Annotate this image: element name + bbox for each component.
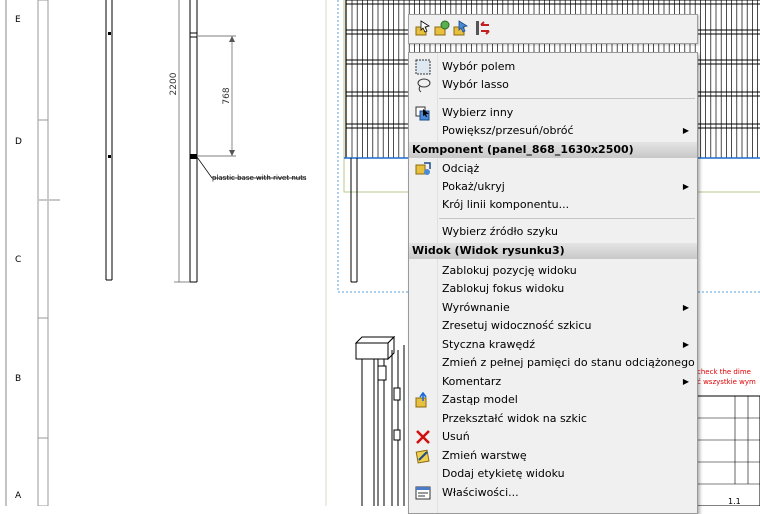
menu-item-resolved-to-lightweight[interactable]: Zmień z pełnej pamięci do stanu odciążon…: [409, 354, 697, 372]
menu-item-label: Wybór polem: [442, 60, 516, 73]
menu-item-label: Odciąż: [442, 162, 480, 175]
toolbar-tool-icon-2[interactable]: [434, 20, 450, 36]
menu-item-delete[interactable]: Usuń: [409, 428, 697, 446]
post-detail-view[interactable]: [354, 335, 405, 506]
menu-item-lock-view-focus[interactable]: Zablokuj fokus widoku: [409, 280, 697, 298]
zone-label-c: C: [15, 255, 21, 265]
menu-header-label: Widok (Widok rysunku3): [412, 244, 565, 257]
menu-item-change-layer[interactable]: Zmień warstwę: [409, 447, 697, 465]
menu-item-box-select[interactable]: Wybór polem: [409, 58, 697, 76]
menu-item-label: Pokaż/ukryj: [442, 180, 505, 193]
menu-item-zoom-pan-rotate[interactable]: Powiększ/przesuń/obróć ▶: [409, 122, 697, 140]
menu-item-replace-model[interactable]: Zastąp model: [409, 391, 697, 409]
submenu-arrow-icon: ▶: [682, 182, 689, 191]
menu-item-lock-view-position[interactable]: Zablokuj pozycję widoku: [409, 262, 697, 280]
toolbar-tool-icon-1[interactable]: [415, 20, 431, 36]
lightweight-icon: [415, 162, 431, 175]
toolbar-tool-icon-3[interactable]: [453, 20, 469, 36]
border-strip: [37, 0, 49, 506]
menu-item-select-pattern-source[interactable]: Wybierz źródło szyku: [409, 223, 697, 241]
dimension-2200[interactable]: 2200: [169, 72, 179, 95]
menu-item-label: Styczna krawędź: [442, 338, 535, 351]
context-menu: Wybór polem Wybór lasso Wybierz inny Pow…: [408, 52, 698, 514]
submenu-arrow-icon: ▶: [682, 340, 689, 349]
menu-item-select-other[interactable]: Wybierz inny: [409, 104, 697, 122]
submenu-arrow-icon: ▶: [682, 303, 689, 312]
menu-item-lasso-select[interactable]: Wybór lasso: [409, 76, 697, 94]
menu-item-label: Zablokuj fokus widoku: [442, 282, 565, 295]
submenu-arrow-icon: ▶: [682, 377, 689, 386]
menu-item-label: Właściwości...: [442, 486, 519, 499]
delete-icon: [416, 430, 430, 444]
menu-item-label: Przekształć widok na szkic: [442, 412, 587, 425]
menu-item-label: Zmień z pełnej pamięci do stanu odciążon…: [442, 356, 695, 369]
menu-item-properties[interactable]: Właściwości...: [409, 484, 697, 502]
menu-item-convert-view-to-sketch[interactable]: Przekształć widok na szkic: [409, 410, 697, 428]
menu-item-label: Wyrównanie: [442, 301, 510, 314]
menu-item-tangent-edge[interactable]: Styczna krawędź ▶: [409, 336, 697, 354]
drawing-note-line1[interactable]: check the dime: [697, 368, 751, 376]
title-block[interactable]: [696, 395, 760, 506]
drawing-note-line2[interactable]: ć wszystkie wym: [697, 378, 756, 386]
dimension-768[interactable]: 768: [222, 87, 232, 104]
side-view-post[interactable]: [105, 0, 113, 281]
context-toolbar: [408, 14, 698, 44]
menu-item-label: Zresetuj widoczność szkicu: [442, 319, 592, 332]
zone-label-d: D: [15, 137, 22, 147]
zone-label-a: A: [15, 491, 22, 501]
toolbar-tool-icon-4[interactable]: [475, 20, 491, 36]
menu-item-label: Wybierz inny: [442, 106, 514, 119]
menu-header-label: Komponent (panel_868_1630x2500): [412, 143, 634, 156]
sheet-fragment-text: 1.1: [728, 497, 741, 506]
menu-item-label: Dodaj etykietę widoku: [442, 467, 565, 480]
menu-item-component-line-font[interactable]: Krój linii komponentu...: [409, 196, 697, 214]
box-select-icon: [415, 59, 431, 75]
menu-header-view: Widok (Widok rysunku3): [409, 243, 697, 259]
zone-label-b: B: [15, 374, 21, 384]
menu-item-add-view-label[interactable]: Dodaj etykietę widoku: [409, 465, 697, 483]
menu-item-label: Powiększ/przesuń/obróć: [442, 124, 574, 137]
lasso-icon: [417, 78, 431, 93]
menu-separator: [439, 98, 695, 99]
side-view-post-dimensioned[interactable]: [174, 0, 306, 283]
select-other-icon: [415, 106, 430, 121]
menu-item-label: Zablokuj pozycję widoku: [442, 264, 577, 277]
layer-icon: [415, 449, 430, 464]
replace-model-icon: [415, 392, 427, 408]
menu-item-label: Krój linii komponentu...: [442, 198, 570, 211]
menu-item-show-hide[interactable]: Pokaż/ukryj ▶: [409, 178, 697, 196]
callout-plastic-base[interactable]: plastic base with rivet nuts: [212, 174, 307, 182]
menu-item-label: Usuń: [442, 430, 470, 443]
properties-icon: [415, 486, 431, 500]
menu-item-label: Zastąp model: [442, 393, 518, 406]
menu-item-label: Komentarz: [442, 375, 502, 388]
menu-item-alignment[interactable]: Wyrównanie ▶: [409, 299, 697, 317]
menu-separator: [439, 218, 695, 219]
menu-item-label: Zmień warstwę: [442, 449, 527, 462]
menu-item-label: Wybierz źródło szyku: [442, 225, 558, 238]
submenu-arrow-icon: ▶: [682, 126, 689, 135]
menu-item-lightweight[interactable]: Odciąż: [409, 160, 697, 178]
menu-item-comment[interactable]: Komentarz ▶: [409, 373, 697, 391]
menu-item-label: Wybór lasso: [442, 78, 509, 91]
menu-header-component: Komponent (panel_868_1630x2500): [409, 142, 697, 158]
zone-label-e: E: [15, 15, 21, 25]
menu-item-reset-sketch-visibility[interactable]: Zresetuj widoczność szkicu: [409, 317, 697, 335]
